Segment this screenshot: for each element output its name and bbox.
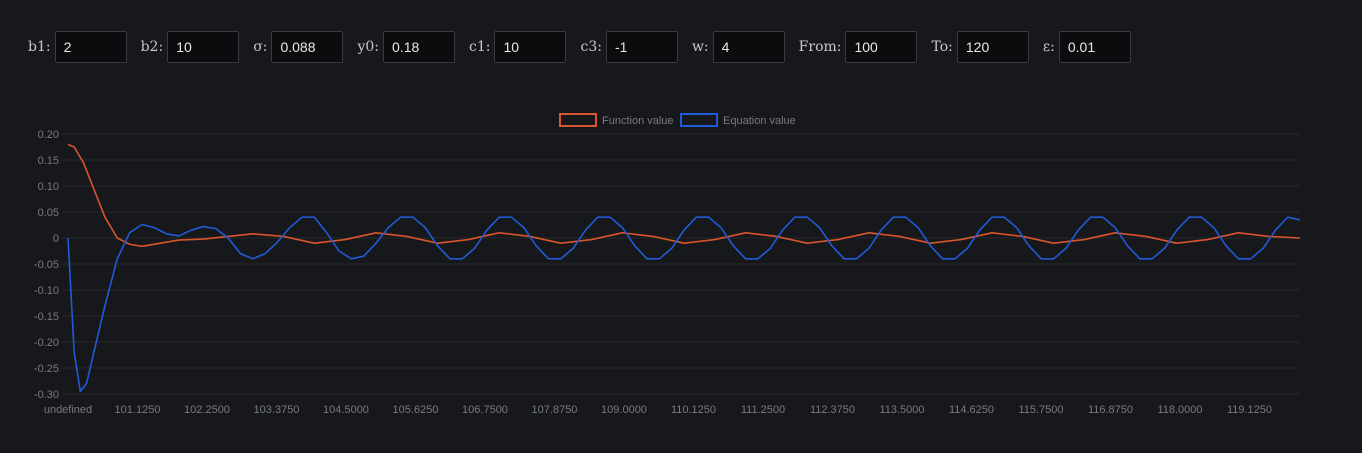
field-b1: b1: xyxy=(28,31,127,63)
to-label: To: xyxy=(931,39,953,55)
legend-equation-value-swatch xyxy=(680,113,718,127)
y-tick-label: -0.25 xyxy=(34,363,59,375)
x-tick-label: 118.0000 xyxy=(1157,404,1202,416)
x-tick-label: undefined xyxy=(44,404,92,416)
c3-input[interactable] xyxy=(605,31,678,63)
y-tick-label: -0.30 xyxy=(34,389,59,401)
y-tick-label: 0.05 xyxy=(38,207,59,219)
sigma-label: σ: xyxy=(253,39,268,55)
x-tick-label: 109.0000 xyxy=(601,404,647,416)
w-input[interactable] xyxy=(712,31,785,63)
legend-function-value-swatch xyxy=(559,113,597,127)
x-tick-label: 102.2500 xyxy=(184,404,230,416)
legend-equation-value-label: Equation value xyxy=(723,115,796,127)
parameter-controls: b1: b2: σ: y0: c1: c3: w: From: To: ε: xyxy=(28,31,1145,63)
x-tick-label: 101.1250 xyxy=(115,404,161,416)
field-c3: c3: xyxy=(580,31,678,63)
x-tick-label: 119.1250 xyxy=(1227,404,1272,416)
field-from: From: xyxy=(799,31,918,63)
b2-input[interactable] xyxy=(167,31,240,63)
field-b2: b2: xyxy=(141,31,240,63)
y-tick-label: 0.15 xyxy=(38,155,59,167)
x-tick-label: 107.8750 xyxy=(532,404,578,416)
x-tick-label: 103.3750 xyxy=(254,404,300,416)
y-tick-label: 0 xyxy=(53,233,59,245)
field-sigma: σ: xyxy=(253,31,344,63)
field-w: w: xyxy=(692,31,785,63)
x-tick-label: 114.6250 xyxy=(949,404,994,416)
from-label: From: xyxy=(798,39,842,55)
field-y0: y0: xyxy=(357,31,456,63)
y-tick-label: -0.05 xyxy=(34,259,59,271)
x-tick-label: 106.7500 xyxy=(462,404,508,416)
x-tick-label: 115.7500 xyxy=(1018,404,1063,416)
y-tick-label: -0.15 xyxy=(34,311,59,323)
x-tick-label: 113.5000 xyxy=(879,404,924,416)
sigma-input[interactable] xyxy=(271,31,344,63)
c1-label: c1: xyxy=(469,39,491,55)
legend-function-value-label: Function value xyxy=(602,115,674,127)
x-tick-label: 112.3750 xyxy=(810,404,855,416)
from-input[interactable] xyxy=(845,31,918,63)
y0-label: y0: xyxy=(357,39,380,55)
x-tick-label: 111.2500 xyxy=(741,404,785,416)
field-to: To: xyxy=(931,31,1029,63)
y-tick-label: 0.20 xyxy=(38,129,59,141)
w-label: w: xyxy=(691,39,709,55)
b1-input[interactable] xyxy=(54,31,127,63)
y-tick-label: 0.10 xyxy=(38,181,59,193)
c1-input[interactable] xyxy=(494,31,567,63)
epsilon-input[interactable] xyxy=(1058,31,1131,63)
b2-label: b2: xyxy=(140,39,164,55)
y0-input[interactable] xyxy=(383,31,456,63)
x-tick-label: 104.5000 xyxy=(323,404,369,416)
field-c1: c1: xyxy=(469,31,567,63)
x-tick-label: 110.1250 xyxy=(671,404,716,416)
c3-label: c3: xyxy=(580,39,602,55)
x-tick-label: 105.6250 xyxy=(393,404,439,416)
to-input[interactable] xyxy=(956,31,1029,63)
y-tick-label: -0.10 xyxy=(34,285,59,297)
y-tick-label: -0.20 xyxy=(34,337,59,349)
field-epsilon: ε: xyxy=(1043,31,1131,63)
b1-label: b1: xyxy=(28,39,51,55)
line-chart: 0.20 0.15 0.10 0.05 0 -0.05 -0.10 -0.15 -0.20 -0.… xyxy=(34,113,1301,416)
x-tick-label: 116.8750 xyxy=(1088,404,1133,416)
epsilon-label: ε: xyxy=(1042,39,1055,55)
